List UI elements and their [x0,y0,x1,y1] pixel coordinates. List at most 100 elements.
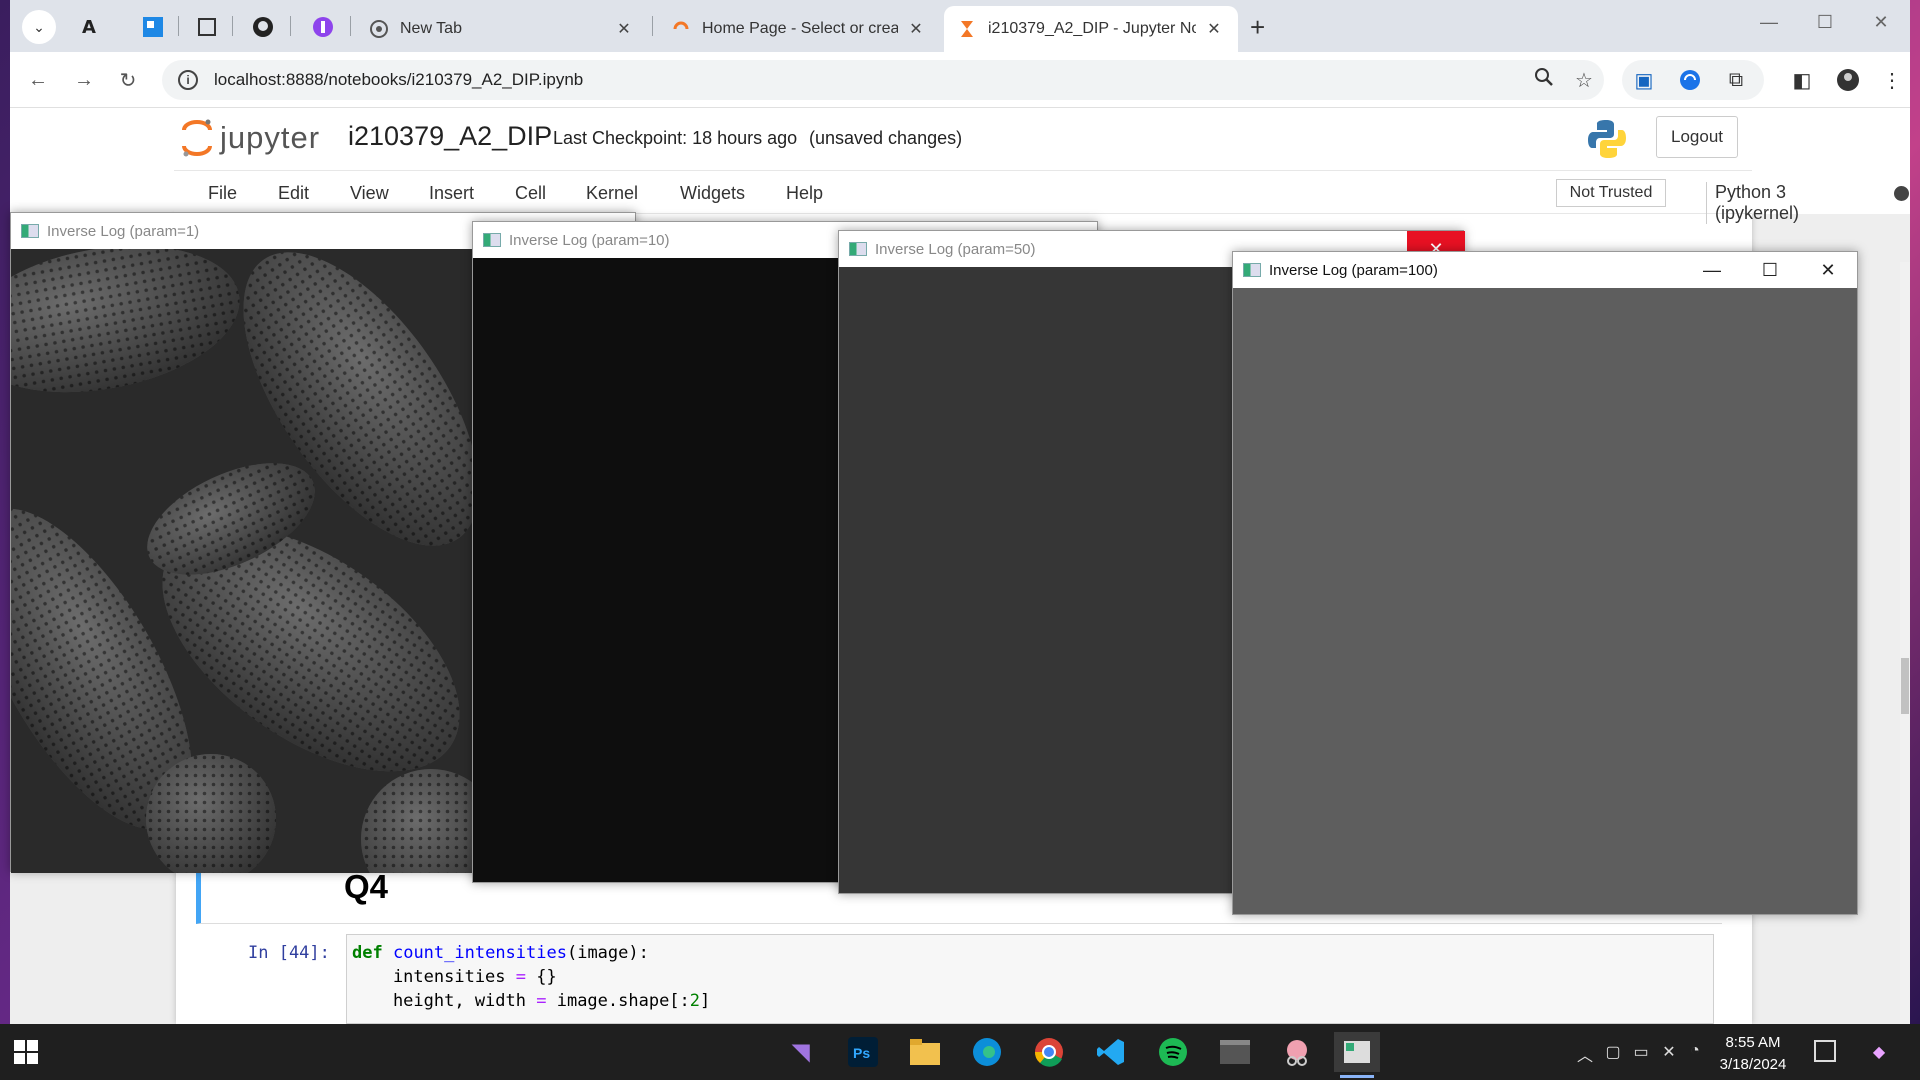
code-line: intensities = {} [352,967,557,987]
checkpoint-status: Last Checkpoint: 18 hours ago [553,128,798,148]
menu-edit[interactable]: Edit [278,183,309,204]
tab-groups-icon[interactable] [192,12,222,42]
opencv-window-icon[interactable] [1334,1032,1380,1078]
tab-home-page[interactable]: Home Page - Select or create a ✕ [658,6,940,52]
new-tab-button[interactable]: + [1250,12,1265,43]
trust-button[interactable]: Not Trusted [1556,179,1666,207]
menu-kernel[interactable]: Kernel [586,183,638,204]
font-extension-icon[interactable]: A [74,12,104,42]
window-title: Inverse Log (param=50) [875,240,1036,258]
site-info-icon[interactable]: i [178,70,198,90]
close-icon[interactable]: ✕ [1799,252,1857,288]
clock-time: 8:55 AM [1725,1034,1781,1051]
taskbar: ◥ Ps ︿ ▢ ▭ ✕ ◔ 8:55 AM 3/18/2024 ◆ [0,1024,1920,1080]
browser-toolbar: ← → ↻ i localhost:8888/notebooks/i210379… [10,52,1910,108]
screenshot-extension-icon[interactable]: ▣ [1630,66,1658,94]
meet-now-icon[interactable]: ▢ [1600,1042,1626,1062]
page-scrollbar[interactable] [1900,262,1910,1024]
windows-start-icon[interactable] [14,1040,38,1064]
minimize-icon[interactable]: — [1754,12,1784,33]
photoshop-icon[interactable]: Ps [840,1032,886,1072]
tab-separator [290,16,291,36]
battery-icon[interactable]: ▭ [1628,1042,1654,1062]
window-title: Inverse Log (param=10) [509,231,670,249]
clock-date: 3/18/2024 [1719,1056,1787,1073]
tab-separator [232,16,233,36]
tab-notebook[interactable]: i210379_A2_DIP - Jupyter Notel ✕ [944,6,1238,52]
code-line: def count_intensities(image): [352,943,649,963]
tab-search-button[interactable]: ⌄ [22,10,56,44]
show-hidden-icons-icon[interactable]: ︿ [1572,1042,1598,1066]
chrome-icon[interactable] [1026,1032,1072,1072]
kernel-name[interactable]: Python 3 (ipykernel) [1706,182,1799,224]
jupyter-wordmark: jupyter [220,120,321,155]
menu-cell[interactable]: Cell [515,183,546,204]
menu-dots-icon[interactable]: ⋮ [1878,66,1906,94]
extension-tab-icon[interactable] [308,12,338,42]
url-text: localhost:8888/notebooks/i210379_A2_DIP.… [214,70,584,89]
jupyter-logo[interactable]: jupyter [180,118,320,158]
jupyter-spinner-icon [672,20,690,38]
tab-separator [178,16,179,36]
wifi-icon[interactable]: ◔ [1682,1042,1708,1060]
hourglass-icon [958,20,976,38]
extensions-puzzle-icon[interactable]: ⧉ [1722,66,1750,94]
copilot-icon[interactable]: ◆ [1866,1042,1892,1062]
reload-icon[interactable]: ↻ [114,66,142,94]
pinned-tab-icon[interactable] [138,12,168,42]
window-title: Inverse Log (param=100) [1269,261,1438,279]
vscode-icon[interactable] [1088,1032,1134,1072]
terminal-icon[interactable] [1212,1032,1258,1072]
chrome-icon [370,20,388,38]
close-tab-icon[interactable]: ✕ [1204,19,1224,39]
window-app-icon [1243,263,1261,277]
menu-widgets[interactable]: Widgets [680,183,745,204]
tab-new-tab[interactable]: New Tab ✕ [356,6,648,52]
minimize-icon[interactable]: — [1683,252,1741,288]
tab-label: New Tab [400,20,462,37]
menu-file[interactable]: File [208,183,237,204]
side-panel-icon[interactable]: ◧ [1788,66,1816,94]
github-icon[interactable] [248,12,278,42]
jupyter-header: jupyter i210379_A2_DIP Last Checkpoint: … [10,108,1910,170]
file-explorer-icon[interactable] [902,1032,948,1072]
system-clock[interactable]: 8:55 AM 3/18/2024 [1708,1032,1798,1076]
menu-help[interactable]: Help [786,183,823,204]
code-line: height, width = image.shape[:2] [352,991,711,1011]
close-tab-icon[interactable]: ✕ [614,19,634,39]
forward-icon[interactable]: → [70,66,98,94]
tab-label: i210379_A2_DIP - Jupyter Notel [988,20,1196,37]
window-title: Inverse Log (param=1) [47,222,200,240]
close-tab-icon[interactable]: ✕ [906,19,926,39]
logout-button[interactable]: Logout [1656,116,1738,158]
spotify-icon[interactable] [1150,1032,1196,1072]
notification-center-icon[interactable] [1814,1040,1836,1062]
profile-avatar[interactable] [1834,66,1862,94]
visual-studio-icon[interactable]: ◥ [778,1032,824,1072]
jupyter-menubar: File Edit View Insert Cell Kernel Widget… [174,170,1909,224]
notebook-name[interactable]: i210379_A2_DIP [348,121,552,152]
address-bar[interactable]: i localhost:8888/notebooks/i210379_A2_DI… [162,60,1604,100]
maximize-icon[interactable]: ☐ [1810,12,1840,33]
tab-label: Home Page - Select or create a [702,20,898,37]
edge-icon[interactable] [964,1032,1010,1072]
image-output [1233,288,1857,914]
unsaved-indicator: (unsaved changes) [809,128,963,148]
back-icon[interactable]: ← [24,66,52,94]
close-icon[interactable]: ✕ [1866,12,1896,33]
scrollbar-thumb[interactable] [1901,658,1909,714]
section-heading: Q4 [344,868,389,905]
cv-window-param-100[interactable]: Inverse Log (param=100) — ☐ ✕ [1232,251,1858,915]
menu-insert[interactable]: Insert [429,183,474,204]
tab-strip: ⌄ A New Tab ✕ Home Page - Select or crea… [10,0,1910,52]
window-app-icon [849,242,867,256]
zoom-icon[interactable] [1524,67,1564,93]
python-logo-icon [1586,118,1628,160]
volume-muted-icon[interactable]: ✕ [1656,1042,1682,1062]
sync-extension-icon[interactable] [1676,66,1704,94]
cell-prompt: In [44]: [248,943,330,963]
bookmark-star-icon[interactable]: ☆ [1564,68,1604,93]
maximize-icon[interactable]: ☐ [1741,252,1799,288]
menu-view[interactable]: View [350,183,389,204]
snipping-tool-icon[interactable] [1274,1032,1320,1072]
